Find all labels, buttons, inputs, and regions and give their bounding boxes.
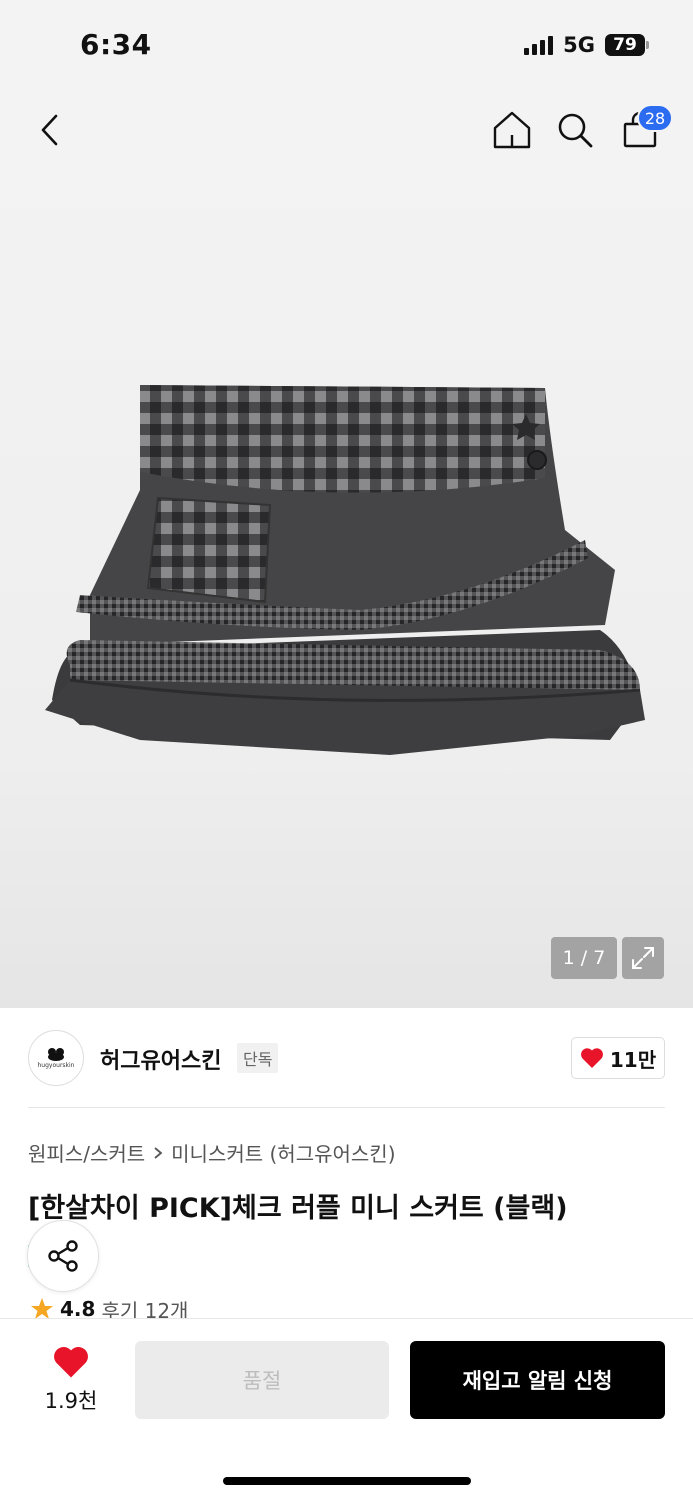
brand-row: hugyourskin 허그유어스킨 단독 11만 xyxy=(28,1028,665,1088)
product-photo xyxy=(45,385,645,755)
status-indicators: 5G 79 xyxy=(524,33,649,57)
battery-level: 79 xyxy=(613,35,637,55)
network-label: 5G xyxy=(563,33,595,57)
home-button[interactable] xyxy=(490,108,534,152)
heart-icon xyxy=(580,1048,603,1068)
search-button[interactable] xyxy=(553,108,597,152)
brand-name[interactable]: 허그유어스킨 xyxy=(100,1043,221,1075)
bottom-action-bar: 1.9천 품절 재입고 알림 신청 xyxy=(0,1318,693,1500)
exclusive-badge: 단독 xyxy=(237,1043,279,1073)
home-icon xyxy=(493,111,531,149)
expand-image-button[interactable] xyxy=(622,937,664,979)
breadcrumb-category[interactable]: 원피스/스커트 xyxy=(28,1138,145,1167)
signal-icon xyxy=(524,35,554,55)
share-icon xyxy=(48,1240,78,1272)
wishlist-button[interactable]: 1.9천 xyxy=(32,1345,110,1415)
wishlist-count: 1.9천 xyxy=(44,1389,98,1413)
brand-logo-icon xyxy=(48,1048,64,1061)
back-button[interactable] xyxy=(28,108,72,152)
divider xyxy=(28,1107,665,1108)
brand-like-button[interactable]: 11만 xyxy=(571,1037,665,1079)
heart-icon xyxy=(54,1346,88,1378)
product-title: [한살차이 PICK]체크 러플 미니 스커트 (블랙) xyxy=(28,1193,568,1224)
expand-icon xyxy=(632,947,654,969)
chevron-right-icon xyxy=(154,1146,163,1159)
brand-logo[interactable]: hugyourskin xyxy=(28,1030,84,1086)
breadcrumb-subcategory[interactable]: 미니스커트 (허그유어스킨) xyxy=(171,1138,395,1167)
restock-alert-button[interactable]: 재입고 알림 신청 xyxy=(410,1341,665,1419)
cart-badge: 28 xyxy=(637,104,673,132)
home-indicator xyxy=(223,1477,471,1485)
top-nav xyxy=(0,90,693,170)
image-counter: 1 / 7 xyxy=(551,937,617,979)
breadcrumb: 원피스/스커트 미니스커트 (허그유어스킨) xyxy=(28,1138,396,1167)
brand-like-count: 11만 xyxy=(609,1047,657,1072)
status-time: 6:34 xyxy=(80,28,152,61)
status-bar: 6:34 5G 79 xyxy=(0,0,693,90)
back-icon xyxy=(41,114,58,146)
soldout-button: 품절 xyxy=(135,1341,389,1419)
search-icon xyxy=(558,113,593,148)
share-button[interactable] xyxy=(27,1220,99,1292)
brand-logo-text: hugyourskin xyxy=(37,1062,75,1069)
product-image-gallery[interactable]: 1 / 7 xyxy=(0,170,693,1008)
battery-icon: 79 xyxy=(605,34,649,56)
